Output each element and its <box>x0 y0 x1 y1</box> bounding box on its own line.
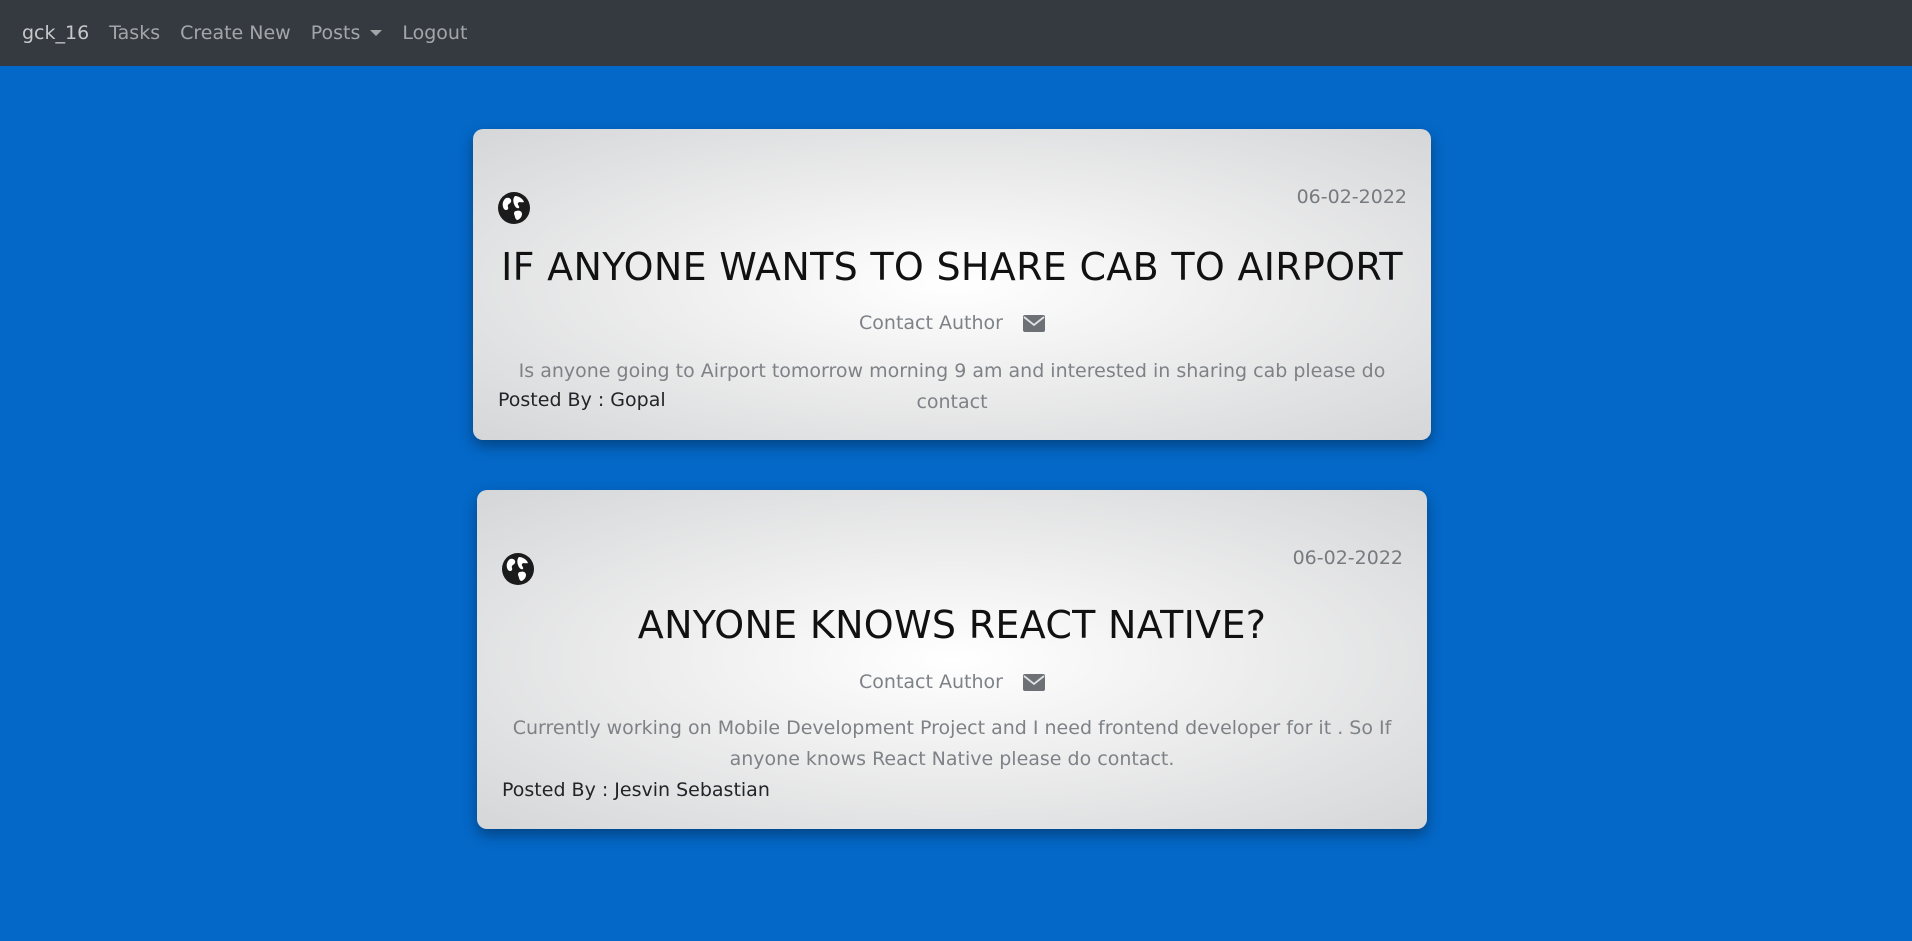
post-card: 06-02-2022 ANYONE KNOWS REACT NATIVE? Co… <box>477 490 1427 829</box>
nav-tasks[interactable]: Tasks <box>109 22 160 44</box>
post-description: Currently working on Mobile Development … <box>512 717 1392 770</box>
contact-author-row: Contact Author <box>473 312 1431 334</box>
contact-author-link[interactable]: Contact Author <box>859 312 1003 334</box>
caret-down-icon <box>370 30 383 36</box>
post-date: 06-02-2022 <box>1296 186 1407 208</box>
contact-author-link[interactable]: Contact Author <box>859 671 1003 693</box>
envelope-icon[interactable] <box>1022 673 1045 691</box>
nav-create-new[interactable]: Create New <box>180 22 291 44</box>
nav-logout[interactable]: Logout <box>402 22 467 44</box>
globe-icon <box>502 553 534 585</box>
envelope-icon[interactable] <box>1022 314 1045 332</box>
post-card: 06-02-2022 IF ANYONE WANTS TO SHARE CAB … <box>473 129 1431 440</box>
top-navbar: gck_16 Tasks Create New Posts Logout <box>0 0 1912 66</box>
posted-by: Posted By : Jesvin Sebastian <box>502 779 770 801</box>
post-title: ANYONE KNOWS REACT NATIVE? <box>637 603 1267 647</box>
contact-author-row: Contact Author <box>477 671 1427 693</box>
nav-posts-dropdown[interactable]: Posts <box>311 22 383 44</box>
post-title: IF ANYONE WANTS TO SHARE CAB TO AIRPORT <box>501 245 1403 289</box>
brand-link[interactable]: gck_16 <box>22 22 89 44</box>
posted-by: Posted By : Gopal <box>498 389 666 411</box>
nav-posts-label: Posts <box>310 22 361 44</box>
post-date: 06-02-2022 <box>1292 547 1403 569</box>
globe-icon <box>498 192 530 224</box>
